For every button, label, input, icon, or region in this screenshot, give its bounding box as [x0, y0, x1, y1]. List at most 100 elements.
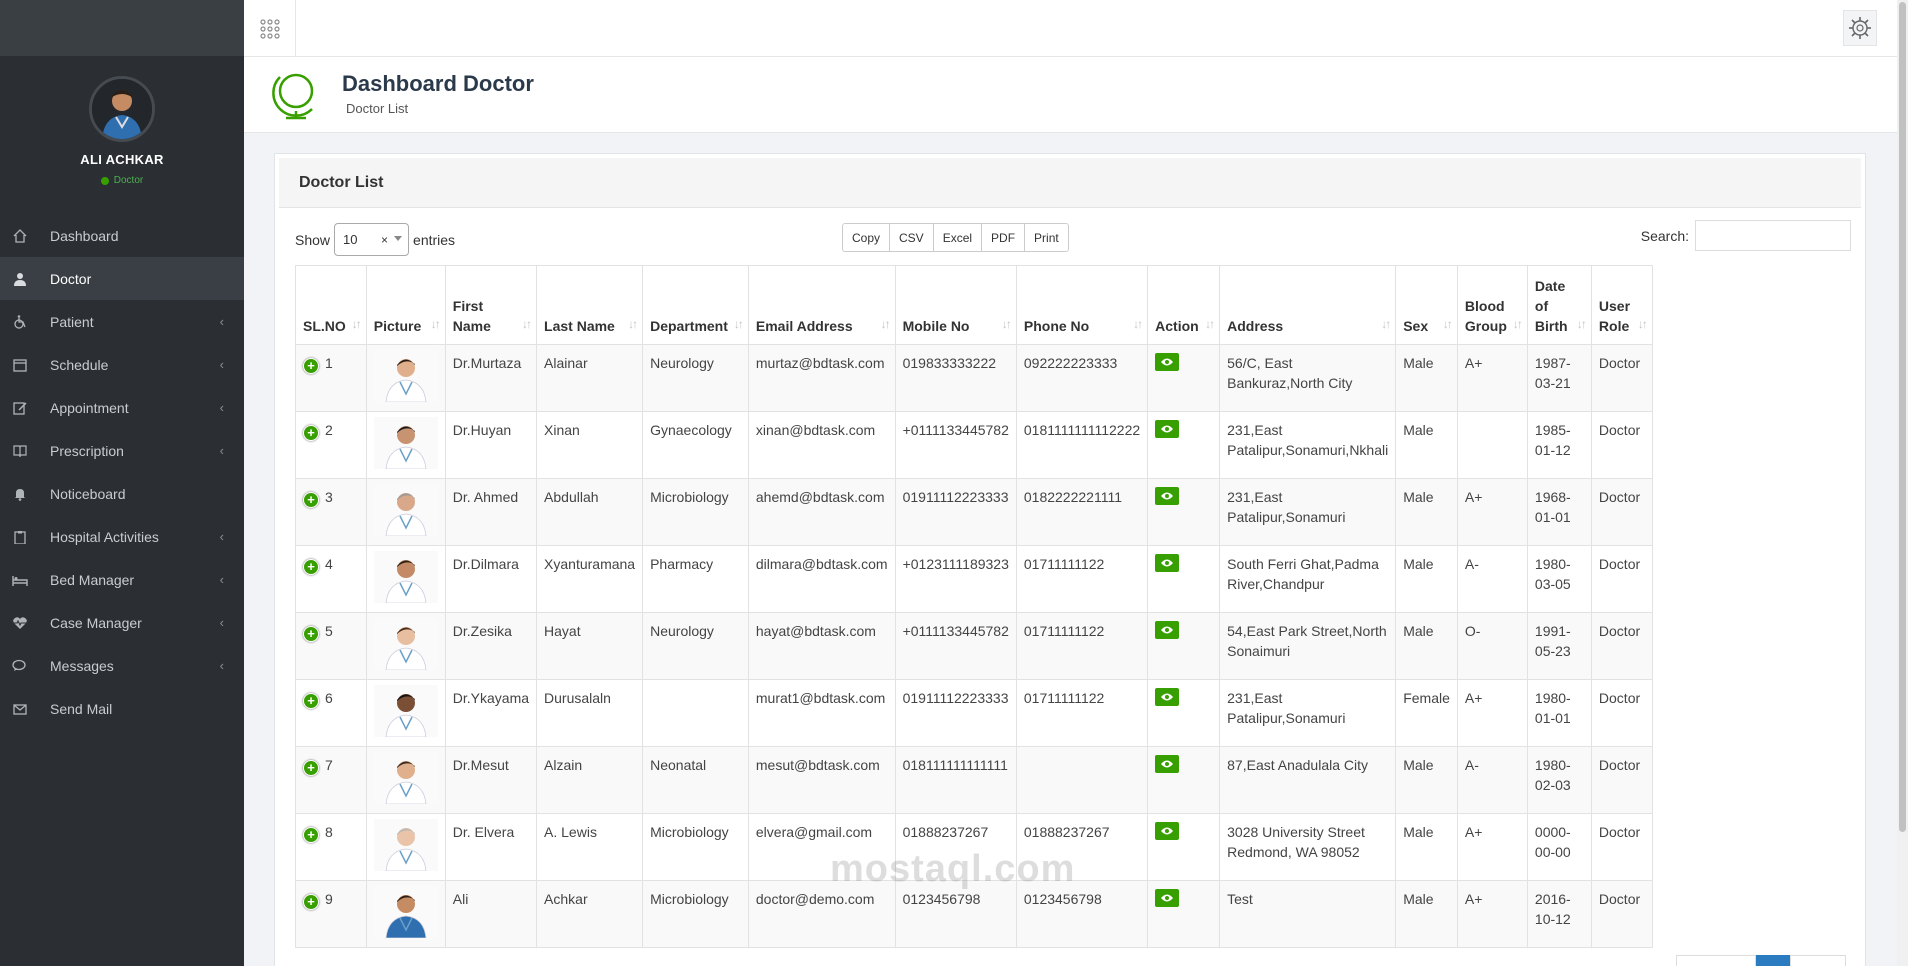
sidebar-item-hospital-activities[interactable]: Hospital Activities ‹ — [0, 515, 244, 558]
sidebar-item-label: Noticeboard — [50, 485, 126, 502]
table-row[interactable]: +2 Dr.Huyan Xinan Gynaecology xinan@bdtask.c… — [295, 411, 1653, 479]
sort-icon[interactable]: ↓↑ — [734, 314, 744, 334]
sidebar-item-bed-manager[interactable]: Bed Manager ‹ — [0, 558, 244, 601]
sidebar-item-doctor[interactable]: Doctor — [0, 257, 244, 300]
view-button[interactable] — [1155, 353, 1180, 371]
sort-icon[interactable]: ↓↑ — [1381, 314, 1391, 334]
expand-row-icon[interactable]: + — [303, 893, 319, 910]
column-header-last-name[interactable]: Last Name ↓↑ — [536, 265, 644, 345]
menu-toggle-button[interactable] — [244, 0, 296, 57]
export-buttons: Copy CSV Excel PDF Print — [842, 223, 1069, 252]
book-icon — [10, 443, 30, 459]
table-row[interactable]: +3 Dr. Ahmed Abdullah Microbiology ahemd@bdt… — [295, 478, 1653, 546]
sidebar-item-schedule[interactable]: Schedule ‹ — [0, 343, 244, 386]
scrollbar-thumb[interactable] — [1899, 2, 1906, 832]
view-button[interactable] — [1155, 487, 1180, 505]
cell-mobile-no: 018111111111111 — [894, 746, 1017, 814]
sidebar-item-send-mail[interactable]: Send Mail — [0, 687, 244, 730]
expand-row-icon[interactable]: + — [303, 424, 319, 441]
column-header-mobile-no[interactable]: Mobile No ↓↑ — [894, 265, 1017, 345]
heartbeat-icon — [10, 615, 30, 631]
pagination-next[interactable] — [1790, 955, 1846, 966]
pdf-button[interactable]: PDF — [981, 223, 1026, 252]
sort-icon[interactable]: ↓↑ — [1443, 314, 1453, 334]
expand-row-icon[interactable]: + — [303, 759, 319, 776]
sidebar-item-prescription[interactable]: Prescription ‹ — [0, 429, 244, 472]
sidebar-item-patient[interactable]: Patient ‹ — [0, 300, 244, 343]
sidebar-item-messages[interactable]: Messages ‹ — [0, 644, 244, 687]
pagination-page-active[interactable] — [1756, 955, 1790, 966]
sort-icon[interactable]: ↓↑ — [1638, 314, 1648, 334]
expand-row-icon[interactable]: + — [303, 826, 319, 843]
cell-picture — [365, 813, 446, 881]
table-row[interactable]: +5 Dr.Zesika Hayat Neurology hayat@bdtask.co… — [295, 612, 1653, 680]
sort-icon[interactable]: ↓↑ — [431, 314, 441, 334]
expand-row-icon[interactable]: + — [303, 692, 319, 709]
view-button[interactable] — [1155, 554, 1180, 572]
copy-button[interactable]: Copy — [842, 223, 891, 252]
view-button[interactable] — [1155, 621, 1180, 639]
expand-row-icon[interactable]: + — [303, 625, 319, 642]
column-header-sl-no[interactable]: SL.NO ↓↑ — [295, 265, 367, 345]
column-header-action[interactable]: Action ↓↑ — [1147, 265, 1221, 345]
sl-no: 8 — [325, 824, 333, 840]
cell-date-of-birth: 1985-01-12 — [1526, 411, 1592, 479]
avatar[interactable] — [89, 76, 155, 142]
sort-icon[interactable]: ↓↑ — [628, 314, 638, 334]
cell-user-role: Doctor — [1590, 612, 1653, 680]
sidebar-item-appointment[interactable]: Appointment ‹ — [0, 386, 244, 429]
sort-icon[interactable]: ↓↑ — [1133, 314, 1143, 334]
view-button[interactable] — [1155, 889, 1180, 907]
column-header-address[interactable]: Address ↓↑ — [1219, 265, 1397, 345]
pagination-previous[interactable] — [1676, 955, 1756, 966]
view-button[interactable] — [1155, 755, 1180, 773]
column-header-email-address[interactable]: Email Address ↓↑ — [747, 265, 896, 345]
csv-button[interactable]: CSV — [889, 223, 934, 252]
expand-row-icon[interactable]: + — [303, 491, 319, 508]
sort-icon[interactable]: ↓↑ — [1002, 314, 1012, 334]
table-row[interactable]: +1 Dr.Murtaza Alainar Neurology murtaz@bdtas… — [295, 344, 1653, 412]
column-header-department[interactable]: Department ↓↑ — [642, 265, 749, 345]
column-header-picture[interactable]: Picture ↓↑ — [365, 265, 446, 345]
column-header-date-of-birth[interactable]: Date of Birth ↓↑ — [1526, 265, 1592, 345]
sort-icon[interactable]: ↓↑ — [1205, 314, 1215, 334]
view-button[interactable] — [1155, 822, 1180, 840]
entries-select[interactable]: 10 × — [334, 223, 410, 256]
sort-icon[interactable]: ↓↑ — [1577, 314, 1587, 334]
view-button[interactable] — [1155, 688, 1180, 706]
column-header-first-name[interactable]: First Name ↓↑ — [444, 265, 538, 345]
column-header-user-role[interactable]: User Role ↓↑ — [1590, 265, 1653, 345]
expand-row-icon[interactable]: + — [303, 558, 319, 575]
cell-phone-no: 01711111122 — [1015, 679, 1149, 747]
view-button[interactable] — [1155, 420, 1180, 438]
column-header-label: User Role — [1598, 298, 1631, 334]
print-button[interactable]: Print — [1024, 223, 1069, 252]
sidebar-item-noticeboard[interactable]: Noticeboard — [0, 472, 244, 515]
sort-icon[interactable]: ↓↑ — [1513, 314, 1523, 334]
settings-button[interactable] — [1843, 10, 1877, 46]
column-header-label: Last Name — [544, 318, 615, 334]
table-row[interactable]: +4 Dr.Dilmara Xyanturamana Pharmacy dilmara@… — [295, 545, 1653, 613]
excel-button[interactable]: Excel — [932, 223, 983, 252]
sort-ascending-icon[interactable]: ↓↑ — [352, 314, 362, 334]
sidebar-item-label: Doctor — [50, 270, 92, 287]
sidebar-item-dashboard[interactable]: Dashboard — [0, 214, 244, 257]
bell-icon — [10, 486, 30, 502]
cell-last-name: Alainar — [536, 344, 644, 412]
cell-first-name: Dr. Ahmed — [444, 478, 538, 546]
table-row[interactable]: +7 Dr.Mesut Alzain Neonatal mesut@bdtask.com… — [295, 746, 1653, 814]
cell-department: Pharmacy — [642, 545, 749, 613]
table-row[interactable]: +6 Dr.Ykayama Durusalaln murat1@bdtask.com 0… — [295, 679, 1653, 747]
page-scrollbar[interactable] — [1897, 0, 1908, 966]
cell-user-role: Doctor — [1590, 880, 1653, 948]
sort-icon[interactable]: ↓↑ — [522, 314, 532, 334]
expand-row-icon[interactable]: + — [303, 357, 319, 374]
column-header-phone-no[interactable]: Phone No ↓↑ — [1015, 265, 1149, 345]
sort-icon[interactable]: ↓↑ — [881, 314, 891, 334]
sidebar-item-case-manager[interactable]: Case Manager ‹ — [0, 601, 244, 644]
column-header-blood-group[interactable]: Blood Group ↓↑ — [1456, 265, 1528, 345]
search-input[interactable] — [1695, 220, 1851, 251]
column-header-sex[interactable]: Sex ↓↑ — [1395, 265, 1458, 345]
online-status-icon — [100, 176, 109, 185]
clear-icon[interactable]: × — [381, 233, 388, 247]
